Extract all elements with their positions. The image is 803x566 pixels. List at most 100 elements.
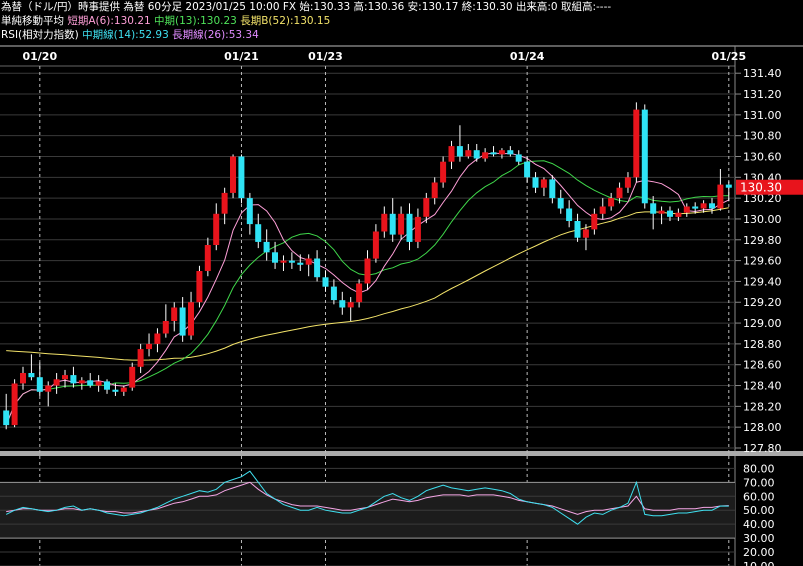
candle-body[interactable] xyxy=(557,198,564,209)
candle-body[interactable] xyxy=(599,206,606,214)
rsi-tick-label: 50.00 xyxy=(743,504,775,517)
candle-body[interactable] xyxy=(650,203,657,214)
candle-body[interactable] xyxy=(431,182,438,199)
candle-body[interactable] xyxy=(45,385,52,392)
candle-body[interactable] xyxy=(675,212,682,217)
candle-body[interactable] xyxy=(608,198,615,207)
candle-body[interactable] xyxy=(137,349,144,367)
candle-body[interactable] xyxy=(624,177,631,188)
rsi-tick-label: 30.00 xyxy=(743,532,775,545)
candle-body[interactable] xyxy=(146,343,152,350)
price-chart[interactable]: 131.40131.20131.00130.80130.60130.40130.… xyxy=(0,0,803,566)
candle-body[interactable] xyxy=(339,300,346,308)
candle-body[interactable] xyxy=(112,389,119,392)
candle-body[interactable] xyxy=(120,387,127,392)
candle-body[interactable] xyxy=(70,375,77,384)
candle-body[interactable] xyxy=(129,366,136,388)
candle-body[interactable] xyxy=(507,150,514,155)
price-tick-label: 128.40 xyxy=(743,380,782,393)
candle-body[interactable] xyxy=(532,177,539,188)
candle-body[interactable] xyxy=(280,260,287,263)
candle-body[interactable] xyxy=(154,333,161,344)
candle-body[interactable] xyxy=(53,379,60,386)
candle-body[interactable] xyxy=(482,152,489,159)
candle-body[interactable] xyxy=(230,156,236,193)
candle-body[interactable] xyxy=(221,192,228,214)
candle-body[interactable] xyxy=(255,224,262,242)
candle-body[interactable] xyxy=(725,184,732,188)
candle-body[interactable] xyxy=(213,213,220,245)
price-tick-label: 128.20 xyxy=(743,400,782,413)
price-tick-label: 131.00 xyxy=(743,109,782,122)
candle-body[interactable] xyxy=(322,277,329,287)
candle-body[interactable] xyxy=(381,213,388,232)
candle-body[interactable] xyxy=(683,206,690,213)
candle-body[interactable] xyxy=(162,321,169,334)
candle-body[interactable] xyxy=(356,283,363,303)
candle-body[interactable] xyxy=(549,179,556,199)
candle-body[interactable] xyxy=(658,210,665,214)
candle-body[interactable] xyxy=(524,161,531,178)
candle-body[interactable] xyxy=(3,410,10,426)
candle-body[interactable] xyxy=(372,231,379,259)
candle-body[interactable] xyxy=(398,213,405,235)
candle-body[interactable] xyxy=(305,258,312,265)
candle-body[interactable] xyxy=(440,161,447,183)
candle-body[interactable] xyxy=(692,206,699,209)
candle-body[interactable] xyxy=(288,260,295,263)
candle-body[interactable] xyxy=(574,221,581,238)
candle-body[interactable] xyxy=(104,381,110,390)
candle-body[interactable] xyxy=(709,203,715,209)
rsi-tick-label: 20.00 xyxy=(743,546,775,559)
candle-body[interactable] xyxy=(515,154,522,162)
candle-body[interactable] xyxy=(87,380,94,386)
candle-body[interactable] xyxy=(196,271,203,303)
price-tick-label: 129.40 xyxy=(743,275,782,288)
candle-body[interactable] xyxy=(616,187,623,199)
candle-body[interactable] xyxy=(566,208,573,222)
candle-body[interactable] xyxy=(238,156,245,199)
candle-body[interactable] xyxy=(641,109,648,204)
candle-body[interactable] xyxy=(456,146,463,157)
candle-body[interactable] xyxy=(171,307,178,322)
candle-body[interactable] xyxy=(540,179,547,188)
pane-splitter[interactable] xyxy=(0,451,803,456)
candle-body[interactable] xyxy=(78,380,85,384)
candle-body[interactable] xyxy=(423,198,430,217)
candle-body[interactable] xyxy=(20,373,26,384)
candle-body[interactable] xyxy=(389,213,396,235)
candle-body[interactable] xyxy=(591,213,598,230)
candle-body[interactable] xyxy=(473,150,480,159)
candle-body[interactable] xyxy=(633,109,640,178)
candle-body[interactable] xyxy=(465,150,472,157)
candle-body[interactable] xyxy=(62,375,68,380)
candle-body[interactable] xyxy=(28,373,35,378)
candle-body[interactable] xyxy=(36,377,43,392)
candle-body[interactable] xyxy=(263,241,270,253)
candle-body[interactable] xyxy=(246,198,253,225)
candle-body[interactable] xyxy=(448,146,455,162)
price-tick-label: 131.20 xyxy=(743,88,782,101)
candle-body[interactable] xyxy=(95,381,102,386)
candle-body[interactable] xyxy=(700,203,707,209)
candle-body[interactable] xyxy=(314,258,321,278)
candle-body[interactable] xyxy=(204,245,211,271)
price-tick-label: 129.00 xyxy=(743,317,782,330)
candle-body[interactable] xyxy=(347,302,354,308)
candle-body[interactable] xyxy=(188,302,194,336)
price-tick-label: 130.60 xyxy=(743,150,782,163)
candle-body[interactable] xyxy=(667,210,673,217)
candle-body[interactable] xyxy=(717,184,724,209)
candle-body[interactable] xyxy=(406,213,413,242)
rsi-tick-label: 80.00 xyxy=(743,462,775,475)
candle-body[interactable] xyxy=(272,252,278,263)
candle-body[interactable] xyxy=(11,383,18,426)
candle-body[interactable] xyxy=(330,286,337,301)
candle-body[interactable] xyxy=(490,152,497,155)
candle-body[interactable] xyxy=(297,262,304,265)
candle-body[interactable] xyxy=(498,150,505,155)
candle-body[interactable] xyxy=(179,307,186,336)
candle-body[interactable] xyxy=(414,216,421,242)
candle-body[interactable] xyxy=(582,229,589,238)
candle-body[interactable] xyxy=(364,258,371,284)
